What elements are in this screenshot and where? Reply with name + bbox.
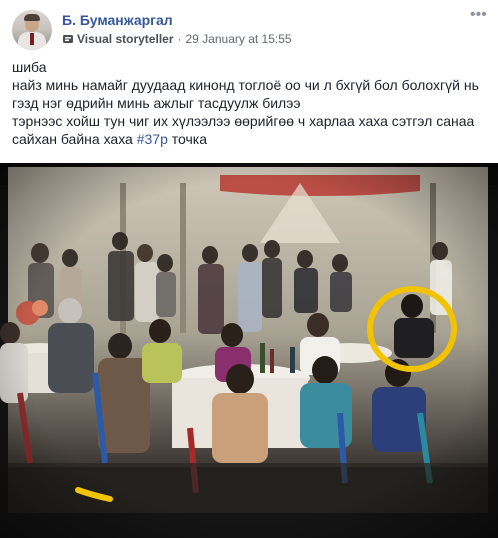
author-name[interactable]: Б. Буманжаргал <box>62 12 173 28</box>
post-text-segment: точка <box>167 131 208 147</box>
author-avatar[interactable] <box>12 10 52 50</box>
post-photo[interactable] <box>0 163 498 538</box>
visual-storyteller-icon <box>63 35 73 43</box>
film-still-image <box>0 163 498 538</box>
post-text-line: шиба <box>12 59 47 75</box>
hashtag-link[interactable]: #37р <box>137 131 168 147</box>
meta-separator: · <box>177 32 182 46</box>
post-text-line: тэрнээс хойш тун чиг их хүлээлээ өөрийгө… <box>12 113 475 129</box>
post-text-line: найз минь намайг дуудаад кинонд тоглоё о… <box>12 77 479 93</box>
avatar-tie <box>30 33 34 45</box>
post-text: шиба найз минь намайг дуудаад кинонд тог… <box>12 58 488 148</box>
badge-label[interactable]: Visual storyteller <box>77 32 174 46</box>
post-text-line: гэзд нэг өдрийн минь ажлыг тасдуулж билэ… <box>12 95 301 111</box>
post-meta: Visual storyteller · 29 January at 15:55 <box>62 32 292 46</box>
more-options-icon[interactable]: ••• <box>470 7 487 26</box>
avatar-hair <box>24 14 40 21</box>
post-header: Б. Буманжаргал Visual storyteller · 29 J… <box>0 0 498 56</box>
post-timestamp[interactable]: 29 January at 15:55 <box>186 32 292 46</box>
post-text-line-last: сайхан байна хаха #37р точка <box>12 130 488 148</box>
post-text-segment: сайхан байна хаха <box>12 131 137 147</box>
